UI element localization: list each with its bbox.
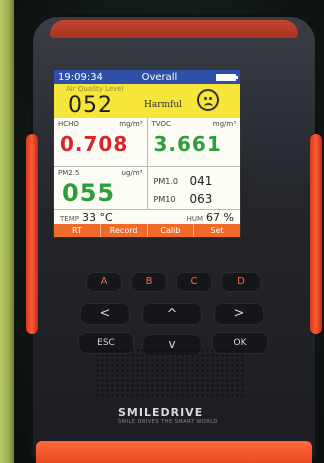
- key-left[interactable]: <: [80, 303, 130, 325]
- tvoc-label: TVOC: [151, 120, 171, 128]
- pm25-cell: PM2.5 ug/m³ 055: [54, 167, 147, 209]
- sad-face-icon: [197, 89, 219, 111]
- pm1-label: PM1.0: [153, 177, 178, 186]
- key-b[interactable]: B: [131, 272, 167, 292]
- hum-reading: HUM 67 %: [187, 211, 234, 224]
- key-c[interactable]: C: [176, 272, 212, 292]
- hcho-cell: HCHO mg/m³ 0.708: [54, 118, 147, 166]
- temp-reading: TEMP 33 °C: [60, 211, 113, 224]
- menu-set: Set: [193, 224, 240, 237]
- status-bar: 19:09:34 Overall: [54, 70, 240, 84]
- hcho-value: 0.708: [60, 132, 129, 156]
- hum-label: HUM: [186, 214, 204, 223]
- softkey-menu: RT Record Calib Set: [54, 224, 240, 237]
- pm25-label: PM2.5: [58, 169, 80, 177]
- key-a[interactable]: A: [86, 272, 122, 292]
- pm10-value: 063: [189, 192, 213, 206]
- clock: 19:09:34: [58, 71, 103, 83]
- climate-row: TEMP 33 °C HUM 67 %: [54, 210, 240, 224]
- speaker-grille: [95, 348, 245, 398]
- pm-row: PM2.5 ug/m³ 055 PM1.0 041 PM10 063: [54, 167, 240, 210]
- display-screen: 19:09:34 Overall Air Quality Level 052 H…: [53, 69, 241, 238]
- mode-title: Overall: [141, 71, 178, 83]
- aqi-panel: Air Quality Level 052 Harmful: [54, 84, 240, 118]
- key-d[interactable]: D: [221, 272, 261, 292]
- temp-label: TEMP: [60, 214, 79, 223]
- aqi-value: 052: [68, 93, 113, 118]
- pm-small-cell: PM1.0 041 PM10 063: [146, 167, 241, 209]
- pm10-label: PM10: [153, 195, 176, 204]
- hcho-unit: mg/m³: [119, 120, 143, 128]
- aqi-caption: Air Quality Level: [66, 85, 124, 93]
- right-bumper: [310, 134, 322, 334]
- pm1-value: 041: [189, 174, 213, 188]
- hcho-label: HCHO: [58, 120, 79, 128]
- pm25-value: 055: [62, 179, 116, 207]
- tvoc-cell: TVOC mg/m³ 3.661: [146, 118, 241, 166]
- aqi-level: Harmful: [144, 100, 183, 110]
- pm10-row: PM10 063: [153, 192, 213, 206]
- menu-record: Record: [99, 224, 147, 237]
- brand-tagline: SMILE DRIVES THE SMART WORLD: [118, 419, 218, 425]
- temp-value: 33 °C: [81, 210, 113, 224]
- hum-value: 67 %: [206, 210, 234, 224]
- pm25-unit: ug/m³: [121, 169, 143, 177]
- background-left-strip: [0, 0, 14, 463]
- menu-calib: Calib: [146, 224, 194, 237]
- battery-icon: [215, 73, 238, 81]
- bottom-bumper: [36, 441, 312, 463]
- pm1-row: PM1.0 041: [153, 174, 213, 188]
- tvoc-value: 3.661: [153, 132, 222, 156]
- tvoc-unit: mg/m³: [212, 120, 236, 128]
- left-bumper: [26, 134, 38, 334]
- device-top-edge: [50, 20, 298, 38]
- key-up[interactable]: ^: [142, 303, 202, 325]
- menu-rt: RT: [71, 226, 82, 235]
- brand-logo: SMILEDRIVE: [118, 406, 204, 419]
- voc-row: HCHO mg/m³ 0.708 TVOC mg/m³ 3.661: [54, 118, 240, 167]
- key-right[interactable]: >: [214, 303, 264, 325]
